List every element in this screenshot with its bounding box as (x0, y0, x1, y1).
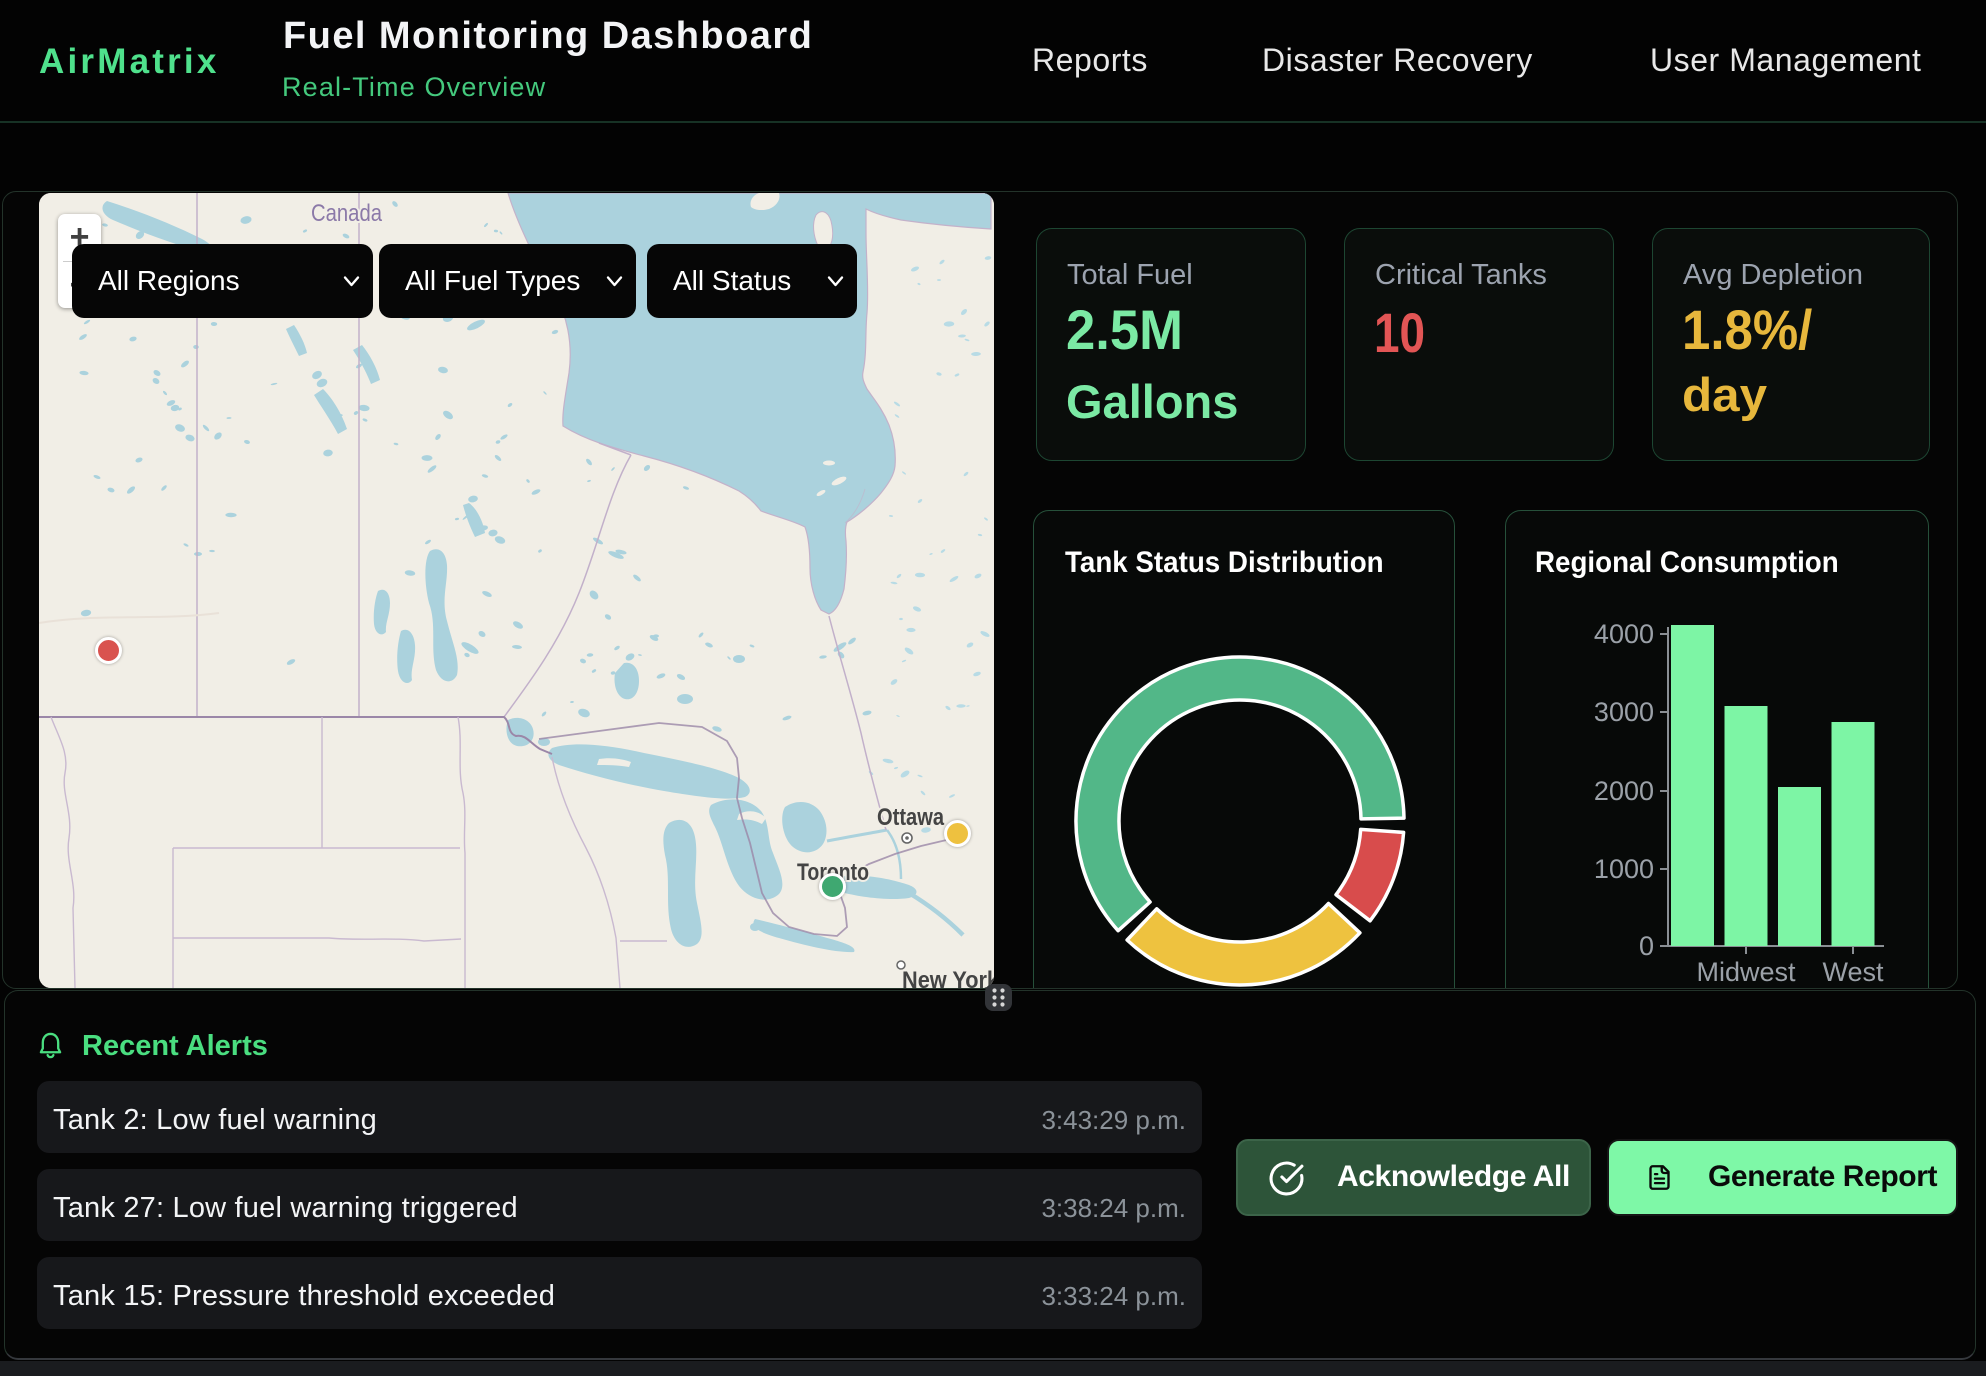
svg-text:4000: 4000 (1594, 619, 1654, 649)
svg-text:Ottawa: Ottawa (877, 804, 945, 831)
svg-text:3000: 3000 (1594, 697, 1654, 727)
svg-text:West: West (1822, 957, 1884, 987)
svg-text:New York: New York (902, 967, 994, 988)
svg-text:1000: 1000 (1594, 854, 1654, 884)
svg-text:Midwest: Midwest (1696, 957, 1796, 987)
svg-text:2000: 2000 (1594, 776, 1654, 806)
svg-text:Canada: Canada (311, 200, 383, 227)
svg-text:0: 0 (1639, 931, 1654, 961)
